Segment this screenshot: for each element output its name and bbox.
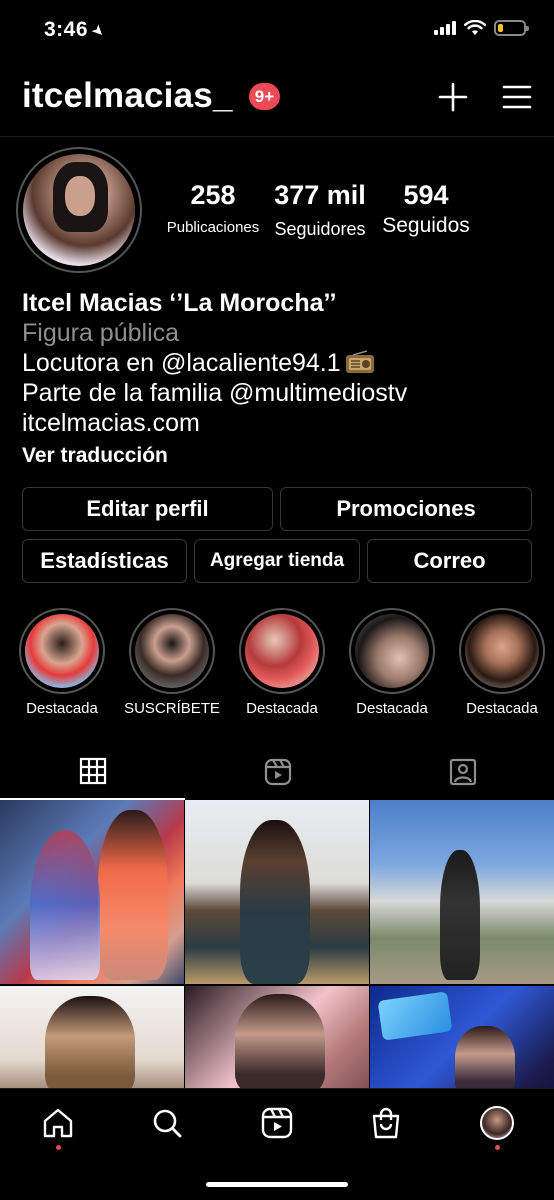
notification-badge[interactable]: 9+ — [249, 83, 280, 110]
username-switcher[interactable]: itcelmacias_ — [22, 76, 233, 116]
highlight-cover — [25, 614, 99, 688]
see-translation-link[interactable]: Ver traducción — [22, 440, 542, 472]
radio-icon — [345, 350, 374, 373]
following-count: 594 — [403, 180, 449, 210]
menu-icon[interactable] — [500, 80, 534, 114]
battery-level — [498, 24, 504, 32]
nav-reels[interactable] — [257, 1103, 297, 1143]
plus-icon[interactable] — [436, 80, 470, 114]
profile-bio: Itcel Macias ‘’La Morocha’’ Figura públi… — [22, 288, 542, 472]
promotions-button[interactable]: Promociones — [280, 487, 532, 531]
tab-tagged[interactable] — [370, 744, 554, 800]
show-logo-shape — [377, 991, 453, 1041]
status-icons — [434, 20, 529, 36]
post-thumbnail[interactable] — [185, 986, 369, 1088]
posts-grid — [0, 800, 554, 1088]
posts-count: 258 — [190, 180, 236, 210]
nav-search[interactable] — [147, 1103, 187, 1143]
post-subject — [98, 810, 168, 980]
nav-profile[interactable] — [477, 1103, 517, 1143]
tab-reels[interactable] — [185, 744, 370, 800]
highlight-label: Destacada — [356, 700, 428, 717]
tagged-icon — [449, 758, 476, 786]
status-bar: 3:46➤ — [0, 0, 554, 62]
profile-header: itcelmacias_ 9+ — [0, 70, 554, 126]
nav-home[interactable] — [38, 1103, 78, 1143]
highlight-cover-ring — [349, 608, 435, 694]
location-arrow-icon: ➤ — [87, 20, 109, 42]
email-button[interactable]: Correo — [367, 539, 532, 583]
grid-icon — [79, 757, 106, 785]
shop-icon — [372, 1107, 400, 1139]
highlight-label: Destacada — [466, 700, 538, 717]
profile-photo — [23, 154, 135, 266]
highlight-cover-ring — [19, 608, 105, 694]
story-highlights: Destacada SUSCRÍBETE Destacada Destacada… — [0, 608, 554, 723]
followers-stat[interactable]: 377 mil Seguidores — [268, 180, 372, 240]
battery-icon — [494, 20, 529, 36]
post-subject — [440, 850, 480, 980]
home-icon — [43, 1108, 73, 1138]
post-subject — [240, 820, 310, 984]
highlight-cover — [135, 614, 209, 688]
post-subject — [455, 1026, 515, 1088]
header-divider — [0, 136, 554, 137]
following-label: Seguidos — [382, 214, 470, 237]
highlight-cover-ring — [129, 608, 215, 694]
tab-posts-grid[interactable] — [0, 744, 185, 800]
highlight-item[interactable]: Destacada — [12, 608, 112, 717]
display-name: Itcel Macias ‘’La Morocha’’ — [22, 289, 337, 317]
reels-icon — [264, 758, 291, 786]
search-icon — [153, 1109, 182, 1138]
profile-avatar[interactable] — [16, 147, 142, 273]
following-stat[interactable]: 594 Seguidos — [376, 180, 476, 238]
post-thumbnail[interactable] — [185, 800, 369, 984]
cellular-signal-icon — [434, 21, 456, 35]
posts-label: Publicaciones — [166, 219, 260, 236]
profile-avatar — [480, 1106, 514, 1140]
highlight-cover — [245, 614, 319, 688]
profile-notification-dot — [495, 1145, 500, 1150]
highlight-item[interactable]: Destacada — [232, 608, 332, 717]
highlight-label: SUSCRÍBETE — [124, 700, 220, 717]
add-shop-button[interactable]: Agregar tienda — [194, 539, 360, 583]
christmas-tree-shape — [30, 830, 100, 980]
bio-line-2[interactable]: Parte de la familia @multimediostv — [22, 378, 542, 408]
bio-line-1: Locutora en @lacaliente94.1 — [22, 348, 542, 378]
highlight-item[interactable]: Destacada — [342, 608, 442, 717]
profile-category: Figura pública — [22, 319, 180, 347]
highlight-item[interactable]: SUSCRÍBETE — [122, 608, 222, 717]
insights-button[interactable]: Estadísticas — [22, 539, 187, 583]
highlight-label: Destacada — [26, 700, 98, 717]
post-subject — [235, 994, 325, 1088]
post-thumbnail[interactable] — [370, 986, 554, 1088]
home-indicator — [206, 1182, 348, 1187]
posts-stat[interactable]: 258 Publicaciones — [158, 180, 268, 236]
status-time: 3:46➤ — [44, 18, 109, 42]
home-notification-dot — [56, 1145, 61, 1150]
highlight-cover-ring — [459, 608, 545, 694]
highlight-cover-ring — [239, 608, 325, 694]
post-thumbnail[interactable] — [370, 800, 554, 984]
highlight-label: Destacada — [246, 700, 318, 717]
highlight-cover — [465, 614, 539, 688]
highlight-item[interactable]: Destacada — [452, 608, 552, 717]
wifi-icon — [464, 20, 486, 35]
reels-icon — [261, 1107, 293, 1139]
edit-profile-button[interactable]: Editar perfil — [22, 487, 273, 531]
followers-label: Seguidores — [274, 219, 366, 239]
followers-count: 377 mil — [274, 180, 366, 210]
post-thumbnail[interactable] — [0, 800, 184, 984]
nav-shop[interactable] — [366, 1103, 406, 1143]
highlight-cover — [355, 614, 429, 688]
profile-tabs — [0, 744, 554, 800]
bio-line-1-text[interactable]: Locutora en @lacaliente94.1 — [22, 349, 341, 377]
post-thumbnail[interactable] — [0, 986, 184, 1088]
post-subject — [45, 996, 135, 1088]
website-link[interactable]: itcelmacias.com — [22, 408, 542, 438]
